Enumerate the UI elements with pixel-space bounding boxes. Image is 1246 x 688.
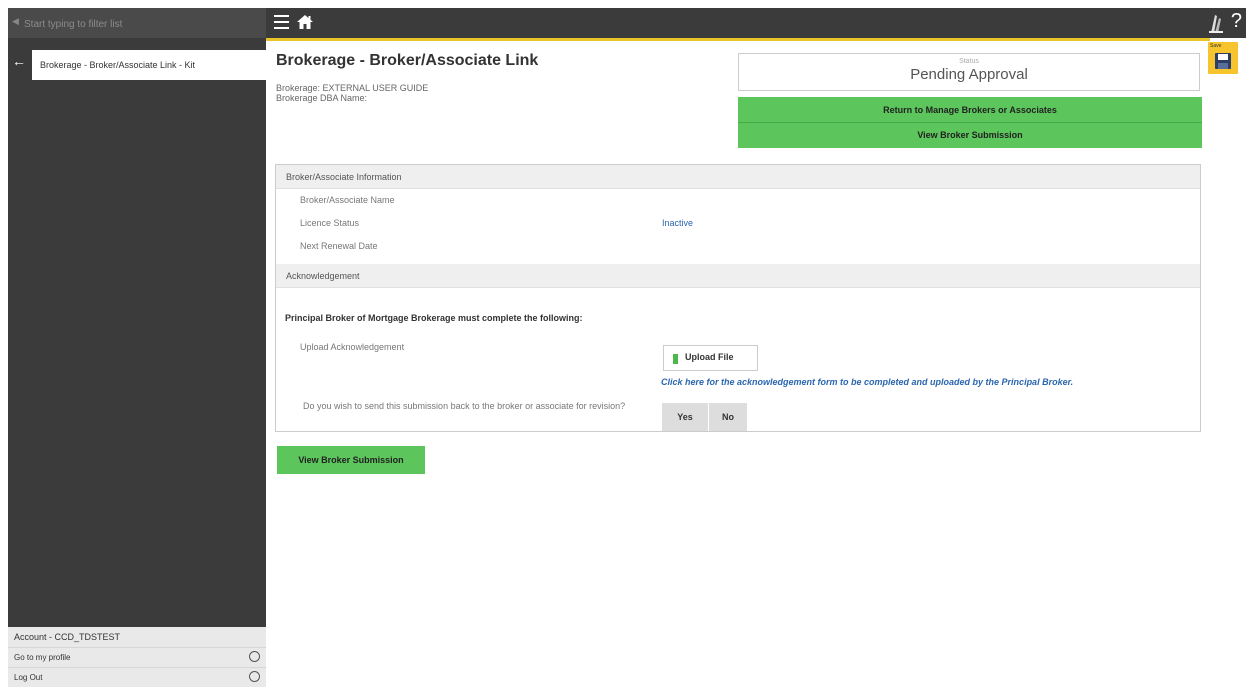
view-broker-submission-button-bottom[interactable]: View Broker Submission <box>277 446 425 474</box>
view-broker-submission-button[interactable]: View Broker Submission <box>738 123 1202 148</box>
back-arrow-icon[interactable]: ← <box>9 52 29 70</box>
principal-broker-heading: Principal Broker of Mortgage Brokerage m… <box>285 313 583 323</box>
licence-status-label: Licence Status <box>300 218 360 228</box>
logout-link-label: Log Out <box>14 673 43 682</box>
return-to-manage-button[interactable]: Return to Manage Brokers or Associates <box>738 97 1202 123</box>
search-icon: ◀ <box>12 16 19 26</box>
save-icon <box>1215 53 1231 69</box>
upload-icon <box>673 354 678 364</box>
upload-file-button[interactable]: Upload File <box>663 345 758 371</box>
brokerage-dba-name: Brokerage DBA Name: <box>276 93 368 103</box>
broker-name-label: Broker/Associate Name <box>300 195 395 205</box>
upload-file-label: Upload File <box>685 352 734 362</box>
profile-link[interactable]: Go to my profile <box>8 647 266 667</box>
renewal-date-label: Next Renewal Date <box>300 241 378 251</box>
logout-link[interactable]: Log Out <box>8 667 266 687</box>
no-button[interactable]: No <box>709 403 747 431</box>
acknowledgement-header: Acknowledgement <box>276 264 1200 288</box>
broker-info-panel: Broker/Associate Information Broker/Asso… <box>275 164 1201 432</box>
home-icon[interactable] <box>296 13 314 31</box>
brokerage-name: Brokerage: EXTERNAL USER GUIDE <box>276 83 429 93</box>
gear-icon <box>249 651 260 662</box>
account-label: Account - CCD_TDSTEST <box>14 632 121 642</box>
status-box: Status Pending Approval <box>738 53 1200 91</box>
logo-icon <box>1209 15 1223 33</box>
yes-button[interactable]: Yes <box>662 403 708 431</box>
sidebar-item-label: Brokerage - Broker/Associate Link - Kit <box>40 60 196 70</box>
account-panel: Account - CCD_TDSTEST Go to my profile L… <box>8 627 266 687</box>
page-title: Brokerage - Broker/Associate Link <box>276 52 539 69</box>
top-bar: ? <box>266 8 1246 38</box>
status-caption: Status <box>959 58 979 65</box>
status-value: Pending Approval <box>910 66 1028 83</box>
licence-status-value: Inactive <box>662 218 694 228</box>
menu-icon[interactable] <box>274 15 289 29</box>
sidebar-item-broker-associate-link[interactable]: Brokerage - Broker/Associate Link - Kit <box>32 50 274 80</box>
save-button[interactable]: Save <box>1208 42 1238 74</box>
help-icon[interactable]: ? <box>1231 10 1242 33</box>
acknowledgement-form-link[interactable]: Click here for the acknowledgement form … <box>661 377 1073 387</box>
revision-question: Do you wish to send this submission back… <box>303 401 626 411</box>
save-label: Save <box>1210 43 1222 49</box>
filter-input[interactable] <box>22 15 251 33</box>
top-bar-accent <box>266 38 1210 41</box>
sidebar-filter: ◀ <box>8 8 266 38</box>
gear-icon <box>249 671 260 682</box>
profile-link-label: Go to my profile <box>14 653 71 662</box>
upload-acknowledgement-label: Upload Acknowledgement <box>300 342 405 352</box>
sidebar: ◀ ← Brokerage - Broker/Associate Link - … <box>8 8 274 687</box>
broker-info-header: Broker/Associate Information <box>276 165 1200 189</box>
